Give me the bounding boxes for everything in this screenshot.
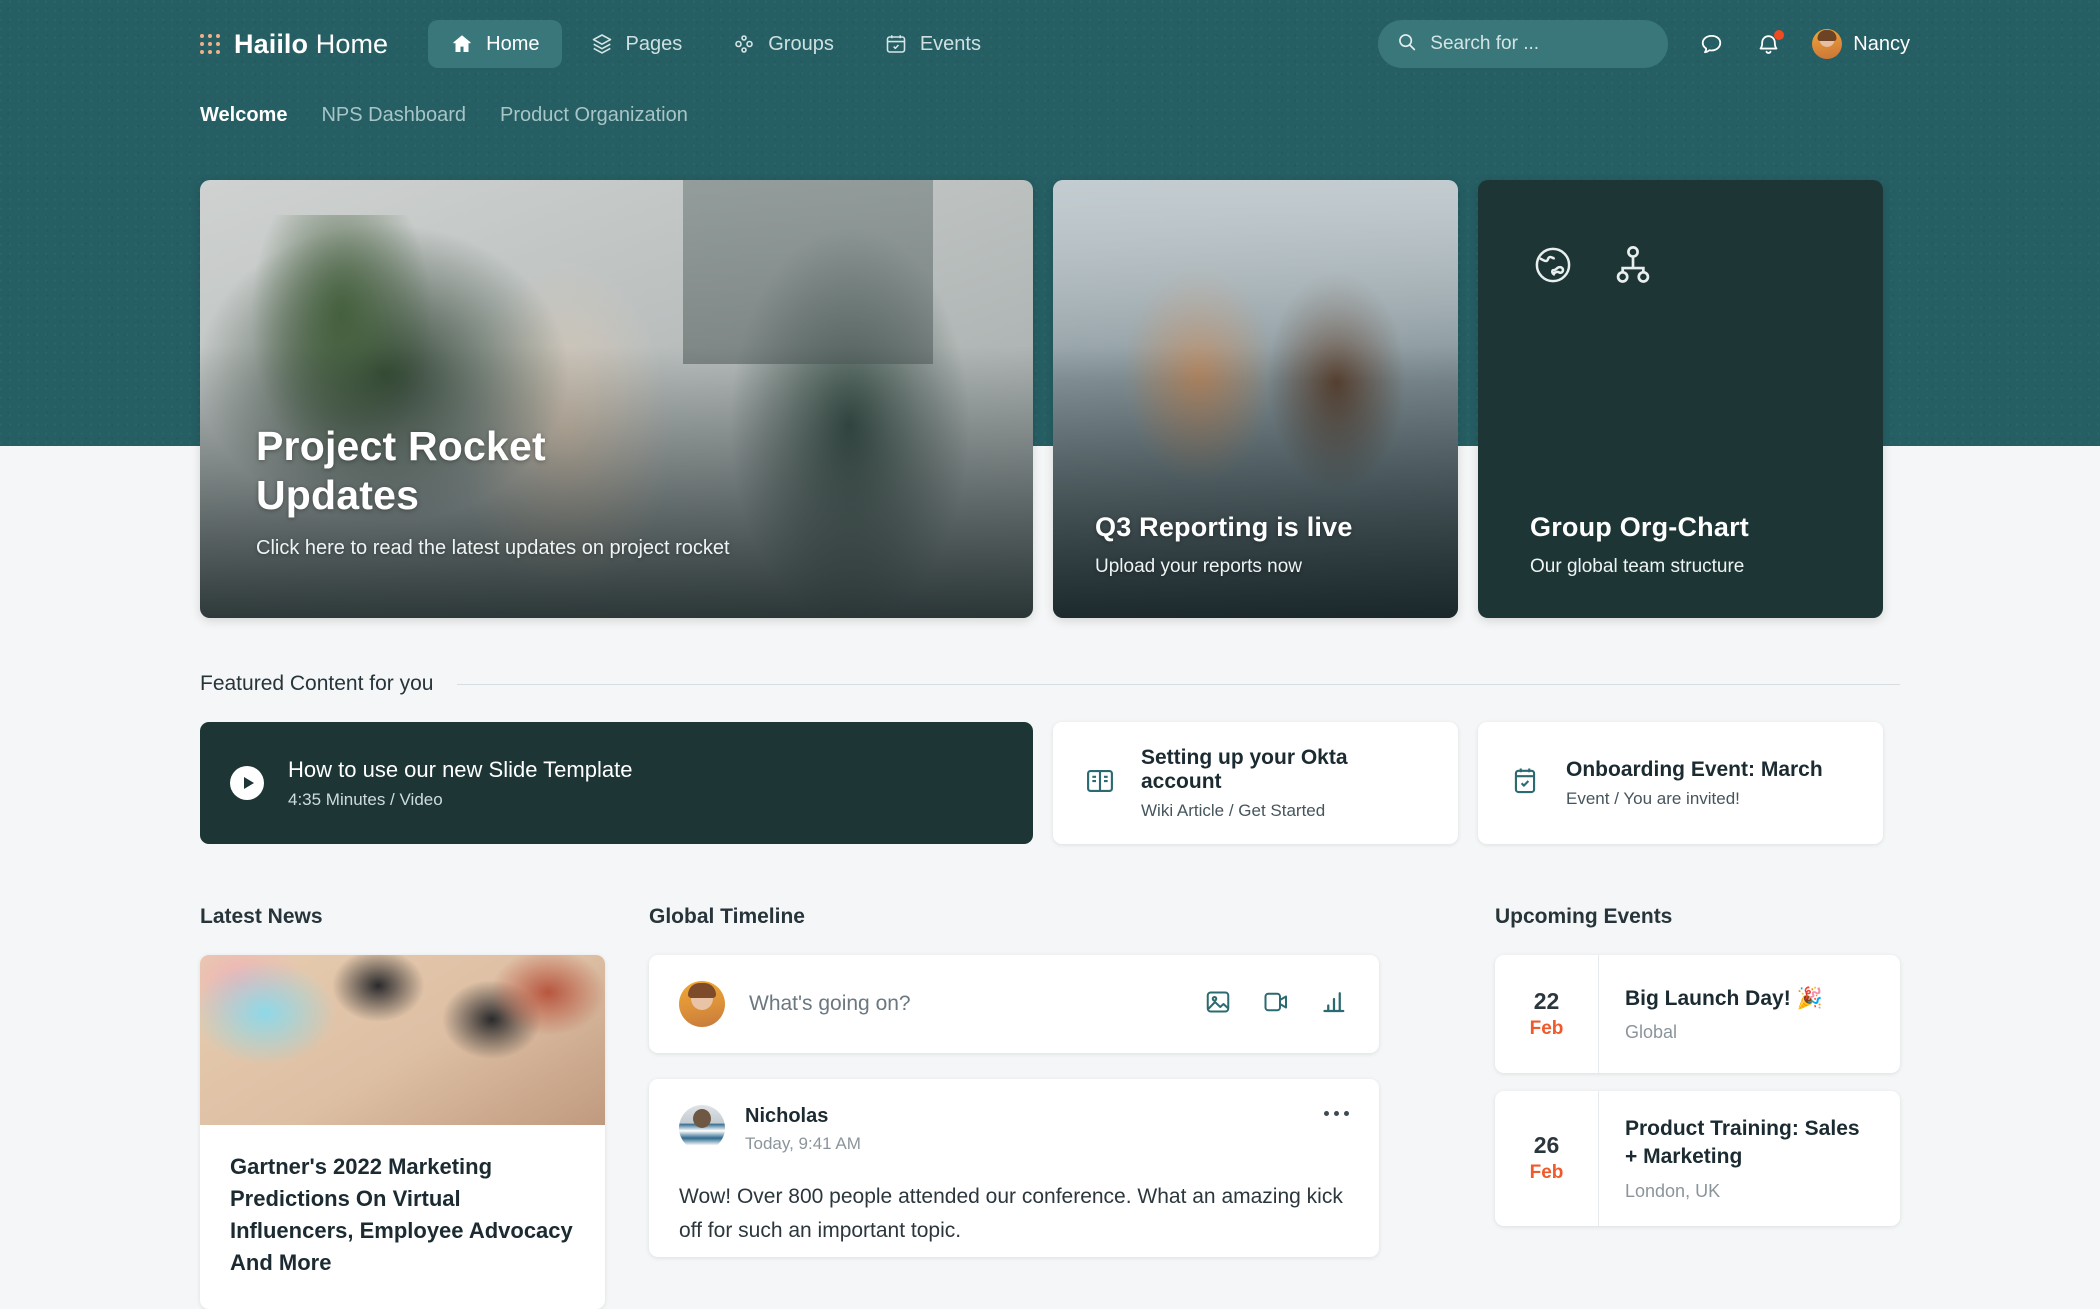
section-title: Featured Content for you: [200, 672, 434, 695]
column-title: Latest News: [200, 905, 323, 928]
event-date: 26 Feb: [1495, 1091, 1599, 1226]
hero-subtitle: Click here to read the latest updates on…: [256, 537, 730, 559]
featured-content-heading: Featured Content for you: [200, 672, 1900, 696]
event-title: Product Training: Sales + Marketing: [1625, 1117, 1860, 1169]
event-date: 22 Feb: [1495, 955, 1599, 1073]
featured-card-onboarding-event[interactable]: Onboarding Event: March Event / You are …: [1478, 722, 1883, 844]
news-title: Gartner's 2022 Marketing Predictions On …: [230, 1154, 573, 1275]
avatar: [679, 981, 725, 1027]
hero-card-group-org-chart[interactable]: Group Org-Chart Our global team structur…: [1478, 180, 1883, 618]
avatar: [679, 1105, 725, 1151]
event-day: 22: [1533, 988, 1560, 1014]
divider: [457, 683, 1900, 685]
featured-title: Setting up your Okta account: [1141, 745, 1348, 793]
nav-item-groups[interactable]: Groups: [710, 20, 856, 68]
event-location: Global: [1625, 1022, 1678, 1043]
post-author: Nicholas: [745, 1105, 829, 1127]
hero-carousel: Project Rocket Updates Click here to rea…: [200, 180, 1900, 618]
composer-input[interactable]: [749, 992, 1179, 1016]
nav-item-pages[interactable]: Pages: [568, 20, 705, 68]
brand-logo[interactable]: Haiilo Home: [200, 29, 388, 60]
notification-badge: [1774, 29, 1785, 40]
featured-title: How to use our new Slide Template: [288, 756, 633, 782]
upcoming-events-column: Upcoming Events 22 Feb Big Launch Day! 🎉…: [1495, 905, 1900, 1309]
featured-title: Onboarding Event: March: [1566, 757, 1823, 781]
search-box[interactable]: [1378, 20, 1669, 68]
search-icon: [1396, 31, 1418, 58]
subnav-item-nps-dashboard[interactable]: NPS Dashboard: [321, 104, 466, 127]
hero-subtitle: Upload your reports now: [1095, 556, 1302, 577]
org-chart-icon: [1610, 242, 1656, 293]
calendar-check-icon: [1508, 764, 1542, 803]
column-title: Upcoming Events: [1495, 905, 1673, 928]
user-name: Nancy: [1853, 32, 1910, 55]
image-icon[interactable]: [1203, 987, 1233, 1022]
top-navigation-bar: Haiilo Home Home Pages Groups Events Sea…: [0, 0, 2100, 88]
nav-label: Home: [486, 32, 540, 55]
featured-card-okta-account[interactable]: Setting up your Okta account Wiki Articl…: [1053, 722, 1458, 844]
post-timestamp: Today, 9:41 AM: [745, 1134, 861, 1153]
nav-item-home[interactable]: Home: [428, 20, 562, 68]
event-day: 26: [1533, 1132, 1560, 1159]
global-timeline-column: Global Timeline What's going on? Nichola…: [649, 905, 1379, 1309]
featured-content-row: How to use our new Slide Template 4:35 M…: [200, 722, 1900, 844]
subnav-item-welcome[interactable]: Welcome: [200, 104, 287, 127]
event-title: Big Launch Day! 🎉: [1625, 986, 1823, 1010]
nav-item-events[interactable]: Events: [862, 20, 1003, 68]
post-body: Wow! Over 800 people attended our confer…: [679, 1185, 1343, 1242]
search-input[interactable]: [1430, 33, 1651, 55]
nav-label: Events: [919, 32, 981, 55]
hero-title: Q3 Reporting is live: [1095, 511, 1353, 542]
timeline-post: Nicholas Today, 9:41 AM Wow! Over 800 pe…: [649, 1079, 1379, 1258]
hero-card-project-rocket[interactable]: Project Rocket Updates Click here to rea…: [200, 180, 1033, 618]
event-month: Feb: [1529, 1018, 1564, 1039]
groups-icon: [732, 32, 756, 56]
featured-meta: Event / You are invited!: [1566, 788, 1740, 808]
event-month: Feb: [1529, 1162, 1564, 1184]
featured-meta: 4:35 Minutes / Video: [288, 789, 443, 809]
event-card[interactable]: 22 Feb Big Launch Day! 🎉 Global: [1495, 955, 1900, 1073]
hero-title: Group Org-Chart: [1530, 511, 1749, 542]
event-card[interactable]: 26 Feb Product Training: Sales + Marketi…: [1495, 1091, 1900, 1226]
play-icon: [230, 766, 264, 800]
subnav-item-product-organization[interactable]: Product Organization: [500, 104, 688, 127]
book-icon: [1083, 764, 1117, 803]
featured-meta: Wiki Article / Get Started: [1141, 800, 1326, 820]
more-horizontal-icon[interactable]: [1324, 1111, 1349, 1116]
user-menu[interactable]: Nancy: [1812, 29, 1910, 59]
featured-card-slide-template[interactable]: How to use our new Slide Template 4:35 M…: [200, 722, 1033, 844]
hero-title: Project Rocket Updates: [256, 422, 546, 518]
nav-label: Pages: [625, 32, 683, 55]
avatar: [1812, 29, 1843, 59]
layers-icon: [590, 32, 614, 56]
content-columns: Latest News Gartner's 2022 Marketing Pre…: [200, 905, 1900, 1309]
secondary-nav: Welcome NPS Dashboard Product Organizati…: [200, 104, 688, 127]
bell-icon[interactable]: [1755, 29, 1785, 58]
poll-icon[interactable]: [1319, 987, 1349, 1022]
latest-news-column: Latest News Gartner's 2022 Marketing Pre…: [200, 905, 605, 1309]
hero-subtitle: Our global team structure: [1530, 556, 1745, 577]
primary-nav: Home Pages Groups Events: [428, 20, 1003, 68]
nav-label: Groups: [768, 32, 834, 55]
home-icon: [450, 32, 474, 56]
brand-suffix: Home: [315, 28, 389, 59]
dots-grid-icon: [200, 34, 220, 54]
chat-bubble-icon[interactable]: [1698, 31, 1725, 58]
post-composer[interactable]: [649, 955, 1379, 1053]
video-icon[interactable]: [1261, 987, 1291, 1022]
calendar-icon: [884, 32, 908, 56]
globe-icon: [1530, 242, 1576, 293]
column-title: Global Timeline: [649, 905, 805, 928]
brand-name: Haiilo: [234, 28, 309, 59]
event-location: London, UK: [1625, 1180, 1721, 1201]
hero-card-q3-reporting[interactable]: Q3 Reporting is live Upload your reports…: [1053, 180, 1458, 618]
news-image: [200, 955, 605, 1125]
nav-right-cluster: Nancy: [1378, 20, 1910, 68]
